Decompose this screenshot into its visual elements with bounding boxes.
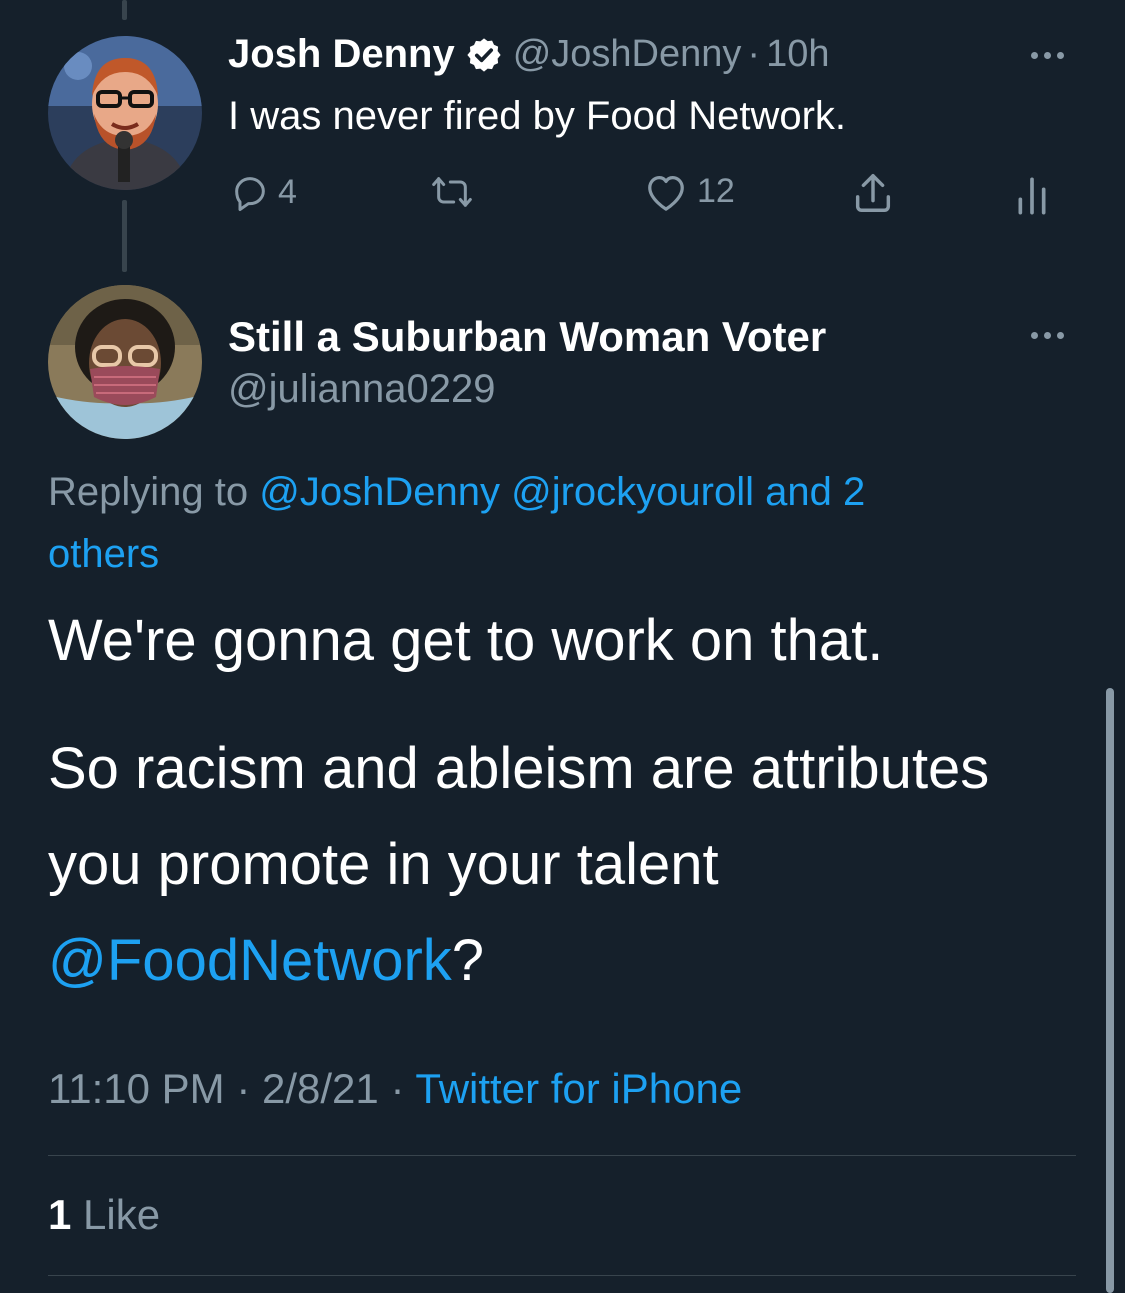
tweet-text-paragraph-2: So racism and ableism are attributes you…	[48, 721, 989, 1009]
handle[interactable]: @julianna0229	[228, 367, 495, 412]
likes-count: 1	[48, 1191, 72, 1238]
dot-separator: ·	[236, 1065, 251, 1112]
like-button[interactable]: 12	[643, 170, 735, 212]
replying-to-label: Replying to	[48, 470, 249, 514]
tweet-text-line: you promote in your talent	[48, 832, 719, 897]
share-icon	[850, 170, 896, 216]
share-button[interactable]	[850, 170, 896, 216]
likes-summary[interactable]: 1 Like	[48, 1191, 160, 1239]
tweet-text: I was never fired by Food Network.	[228, 94, 847, 138]
tweet-text-line: So racism and ableism are attributes	[48, 736, 990, 801]
display-name[interactable]: Still a Suburban Woman Voter	[228, 313, 826, 361]
verified-badge-icon	[465, 36, 503, 74]
like-count: 12	[697, 171, 735, 210]
more-icon[interactable]	[1031, 332, 1064, 339]
and-others-link[interactable]: and 2	[765, 470, 865, 514]
tweet-text-paragraph-1: We're gonna get to work on that.	[48, 608, 884, 673]
divider	[48, 1275, 1076, 1276]
analytics-icon	[1015, 176, 1049, 216]
reply-icon	[230, 172, 270, 212]
like-icon	[643, 170, 689, 212]
timestamp[interactable]: 10h	[766, 33, 829, 76]
dot-separator: ·	[747, 33, 761, 75]
tweet-source[interactable]: Twitter for iPhone	[415, 1065, 742, 1112]
retweet-button[interactable]	[430, 172, 474, 212]
reply-count: 4	[278, 172, 297, 211]
dot-separator: ·	[390, 1065, 405, 1112]
divider	[48, 1155, 1076, 1156]
retweet-icon	[430, 172, 474, 212]
scrollbar[interactable]	[1106, 688, 1114, 1293]
focused-tweet: Still a Suburban Woman Voter @julianna02…	[0, 275, 1100, 1293]
handle[interactable]: @JoshDenny	[513, 33, 742, 76]
and-others-link-2[interactable]: others	[48, 532, 159, 576]
replying-to: Replying to @JoshDenny @jrockyouroll and…	[48, 461, 1088, 585]
question-mark: ?	[451, 928, 485, 993]
tweet-date[interactable]: 2/8/21	[262, 1065, 379, 1112]
josh-denny-avatar[interactable]	[48, 36, 202, 190]
mention-food-network[interactable]: @FoodNetwork	[48, 928, 452, 993]
likes-label: Like	[83, 1191, 161, 1238]
tweet-time[interactable]: 11:10 PM	[48, 1065, 225, 1112]
mention-josh-denny[interactable]: @JoshDenny	[259, 470, 500, 514]
display-name[interactable]: Josh Denny	[228, 32, 455, 77]
tweet-meta: 11:10 PM · 2/8/21 · Twitter for iPhone	[48, 1065, 742, 1113]
reply-button[interactable]: 4	[230, 172, 297, 212]
julianna-avatar[interactable]	[48, 285, 202, 439]
analytics-button[interactable]	[1015, 176, 1049, 216]
more-icon[interactable]	[1031, 52, 1064, 59]
parent-tweet[interactable]: Josh Denny @JoshDenny · 10h I was never …	[0, 0, 1100, 270]
mention-jrockyouroll[interactable]: @jrockyouroll	[511, 470, 754, 514]
